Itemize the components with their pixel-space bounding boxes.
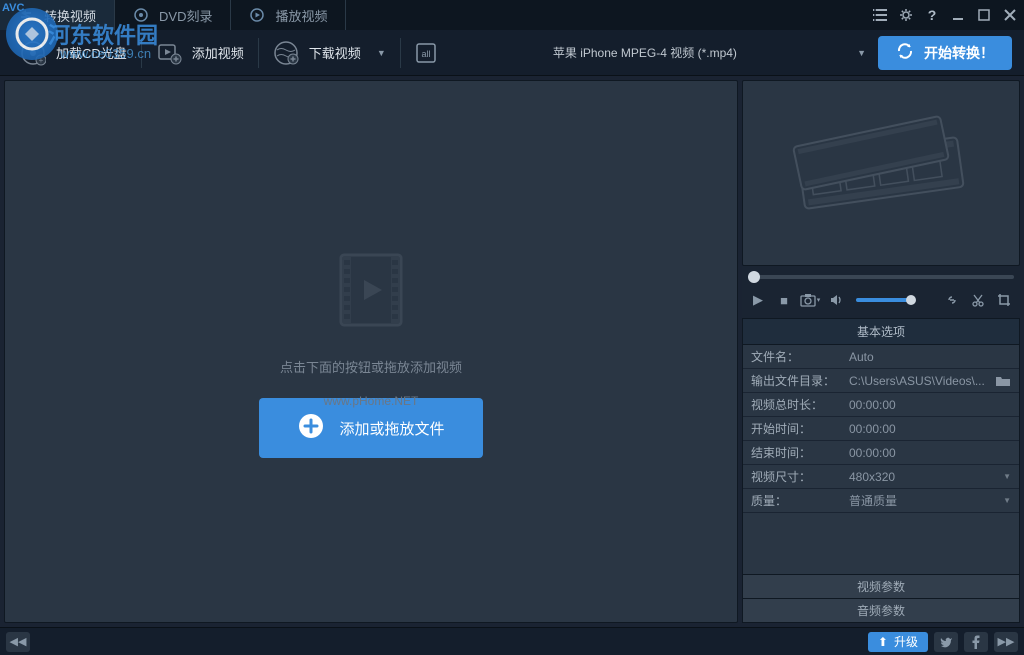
chevron-down-icon: ▼ <box>1003 496 1011 505</box>
bottom-bar: ◀◀ ⬆ 升级 ▶▶ <box>0 627 1024 655</box>
tab-play-label: 播放视频 <box>275 6 327 25</box>
tab-convert-label: 转换视频 <box>44 6 96 25</box>
disc-icon <box>133 7 149 23</box>
svg-text:+: + <box>39 56 44 65</box>
add-file-button[interactable]: 添加或拖放文件 <box>259 398 482 458</box>
tab-convert[interactable]: 转换视频 <box>0 0 115 30</box>
volume-slider[interactable] <box>856 298 912 302</box>
twitter-button[interactable] <box>934 632 958 652</box>
minimize-icon[interactable] <box>948 5 968 25</box>
up-arrow-icon: ⬆ <box>878 635 888 649</box>
preview-panel <box>742 80 1020 266</box>
play-button[interactable]: ▶ <box>746 288 770 312</box>
audio-params-header[interactable]: 音频参数 <box>743 598 1019 622</box>
opt-output-dir: 输出文件目录： C:\Users\ASUS\Videos\... <box>743 369 1019 393</box>
maximize-icon[interactable] <box>974 5 994 25</box>
download-video-button[interactable]: 下载视频 ▼ <box>259 30 400 76</box>
video-params-header[interactable]: 视频参数 <box>743 574 1019 598</box>
gear-icon[interactable] <box>896 5 916 25</box>
opt-total-duration: 视频总时长： 00:00:00 <box>743 393 1019 417</box>
opt-quality[interactable]: 质量： 普通质量▼ <box>743 489 1019 513</box>
add-video-button[interactable]: 添加视频 <box>142 30 258 76</box>
download-video-label: 下载视频 <box>309 43 361 62</box>
svg-text:all: all <box>421 49 430 59</box>
toolbar: + 加载CD光盘 添加视频 下载视频 ▼ all 苹果 iPhone MPEG-… <box>0 30 1024 76</box>
seek-slider[interactable] <box>742 268 1020 286</box>
add-file-label: 添加或拖放文件 <box>339 418 444 439</box>
convert-icon <box>18 7 34 23</box>
help-icon[interactable]: ? <box>922 5 942 25</box>
sidebar: ▶ ■ ▾ 基本选项 文件名： Auto 输出文件目录： C:\Users\AS <box>742 80 1020 623</box>
collapse-left-button[interactable]: ◀◀ <box>6 632 30 652</box>
tab-play[interactable]: 播放视频 <box>231 0 346 30</box>
hint-text: 点击下面的按钮或拖放添加视频 <box>280 357 462 376</box>
start-label: 开始转换！ <box>924 43 994 63</box>
profile-selector[interactable]: all 苹果 iPhone MPEG-4 视频 (*.mp4) ▼ <box>401 30 878 76</box>
refresh-icon <box>896 42 914 63</box>
opt-end-time: 结束时间： 00:00:00 <box>743 441 1019 465</box>
crop-icon[interactable] <box>992 288 1016 312</box>
options-panel: 基本选项 文件名： Auto 输出文件目录： C:\Users\ASUS\Vid… <box>742 318 1020 623</box>
content-area[interactable]: www.pHome.NET 点击下面的按钮或拖放添加视频 添加或拖放文件 <box>4 80 738 623</box>
main-area: www.pHome.NET 点击下面的按钮或拖放添加视频 添加或拖放文件 <box>0 76 1024 627</box>
start-convert-button[interactable]: 开始转换！ <box>878 36 1012 70</box>
opt-filename: 文件名： Auto <box>743 345 1019 369</box>
chevron-down-icon: ▼ <box>857 48 866 58</box>
top-tabs: 转换视频 DVD刻录 播放视频 ? <box>0 0 1024 30</box>
upgrade-button[interactable]: ⬆ 升级 <box>868 632 928 652</box>
folder-icon[interactable] <box>995 374 1011 388</box>
menu-icon[interactable] <box>870 5 890 25</box>
plus-circle-icon <box>297 412 325 444</box>
basic-options-header: 基本选项 <box>743 319 1019 345</box>
tab-dvd-label: DVD刻录 <box>159 6 212 25</box>
add-video-label: 添加视频 <box>192 43 244 62</box>
cut-icon[interactable] <box>966 288 990 312</box>
add-video-icon <box>156 40 182 66</box>
preview-controls: ▶ ■ ▾ <box>742 286 1020 314</box>
close-icon[interactable] <box>1000 5 1020 25</box>
upgrade-label: 升级 <box>894 633 918 650</box>
play-icon <box>249 7 265 23</box>
film-placeholder-icon <box>326 245 416 335</box>
window-controls: ? <box>870 0 1020 30</box>
film-reel-icon <box>781 113 981 233</box>
profile-all-icon: all <box>413 40 439 66</box>
snapshot-button[interactable]: ▾ <box>798 288 822 312</box>
cd-icon: + <box>20 40 46 66</box>
collapse-right-button[interactable]: ▶▶ <box>994 632 1018 652</box>
link-icon[interactable] <box>940 288 964 312</box>
load-cd-label: 加载CD光盘 <box>56 43 127 62</box>
download-icon <box>273 40 299 66</box>
opt-video-size[interactable]: 视频尺寸： 480x320▼ <box>743 465 1019 489</box>
volume-icon[interactable] <box>824 288 848 312</box>
facebook-button[interactable] <box>964 632 988 652</box>
profile-label: 苹果 iPhone MPEG-4 视频 (*.mp4) <box>449 44 841 61</box>
load-cd-button[interactable]: + 加载CD光盘 <box>6 30 141 76</box>
chevron-down-icon: ▼ <box>1003 472 1011 481</box>
chevron-down-icon: ▼ <box>377 48 386 58</box>
tab-dvd[interactable]: DVD刻录 <box>115 0 231 30</box>
stop-button[interactable]: ■ <box>772 288 796 312</box>
opt-start-time: 开始时间： 00:00:00 <box>743 417 1019 441</box>
